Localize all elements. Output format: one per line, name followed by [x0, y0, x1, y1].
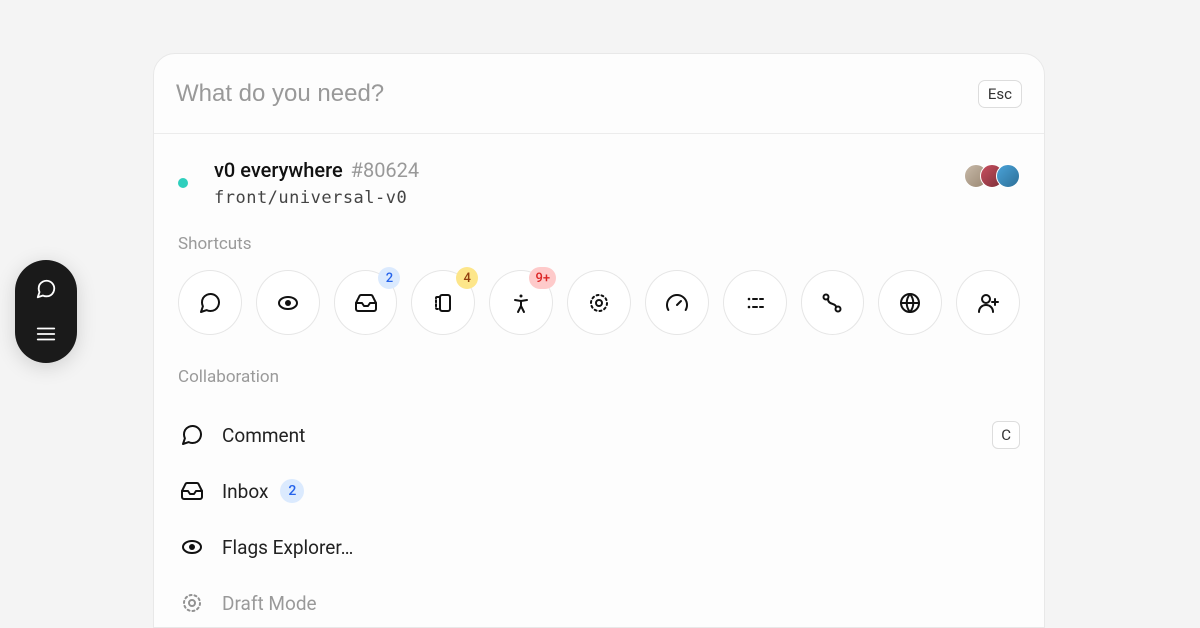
- top-result[interactable]: v0 everywhere #80624 front/universal-v0: [154, 134, 1044, 226]
- result-text: v0 everywhere #80624 front/universal-v0: [214, 158, 1020, 208]
- badge: 9+: [529, 267, 556, 289]
- collab-item-comment[interactable]: Comment C: [164, 407, 1034, 463]
- shortcut-comment[interactable]: [178, 270, 242, 335]
- menu-icon[interactable]: [24, 314, 68, 356]
- shortcut-accessibility[interactable]: 9+: [489, 270, 553, 335]
- shortcut-draft[interactable]: [567, 270, 631, 335]
- grid-icon: [743, 291, 767, 315]
- result-branch: front/universal-v0: [214, 188, 1020, 208]
- comment-icon: [178, 421, 206, 449]
- shortcut-gauge[interactable]: [645, 270, 709, 335]
- globe-icon: [898, 291, 922, 315]
- shortcut-globe[interactable]: [878, 270, 942, 335]
- shortcut-grid[interactable]: [723, 270, 787, 335]
- draft-icon: [587, 291, 611, 315]
- result-id: #80624: [351, 158, 420, 182]
- search-input[interactable]: [176, 80, 978, 108]
- shortcut-layout[interactable]: 4: [411, 270, 475, 335]
- inbox-icon: [178, 477, 206, 505]
- section-label-collaboration: Collaboration: [154, 359, 1044, 403]
- eye-icon: [276, 291, 300, 315]
- shortcut-eye[interactable]: [256, 270, 320, 335]
- count-badge: 2: [280, 479, 304, 503]
- add-user-icon: [976, 291, 1000, 315]
- badge: 2: [378, 267, 400, 289]
- shortcut-add-user[interactable]: [956, 270, 1020, 335]
- search-header: Esc: [154, 54, 1044, 134]
- draft-icon: [178, 589, 206, 617]
- avatar: [996, 164, 1020, 188]
- accessibility-icon: [509, 291, 533, 315]
- status-dot-icon: [178, 178, 188, 188]
- comment-icon: [198, 291, 222, 315]
- avatar-stack[interactable]: [964, 164, 1020, 188]
- esc-button[interactable]: Esc: [978, 80, 1022, 108]
- badge: 4: [456, 267, 478, 289]
- collab-label: Draft Mode: [222, 592, 317, 615]
- eye-icon: [178, 533, 206, 561]
- collab-item-eye[interactable]: Flags Explorer…: [164, 519, 1034, 575]
- shortcut-inbox[interactable]: 2: [334, 270, 398, 335]
- floating-toolbar: [15, 260, 77, 363]
- shortcuts-row: 2 4 9+: [154, 270, 1044, 359]
- layout-icon: [431, 291, 455, 315]
- collab-item-draft[interactable]: Draft Mode: [164, 575, 1034, 628]
- gauge-icon: [665, 291, 689, 315]
- command-palette: Esc v0 everywhere #80624 front/universal…: [153, 53, 1045, 628]
- collab-label: Flags Explorer…: [222, 536, 353, 559]
- branch-icon: [820, 291, 844, 315]
- chat-icon[interactable]: [24, 268, 68, 310]
- inbox-icon: [354, 291, 378, 315]
- collab-item-inbox[interactable]: Inbox 2: [164, 463, 1034, 519]
- collab-label: Comment: [222, 424, 305, 447]
- result-title: v0 everywhere: [214, 158, 343, 182]
- shortcut-branch[interactable]: [801, 270, 865, 335]
- keyboard-shortcut: C: [992, 421, 1020, 449]
- section-label-shortcuts: Shortcuts: [154, 226, 1044, 270]
- collab-label: Inbox: [222, 480, 268, 503]
- collaboration-list: Comment C Inbox 2 Flags Explorer… Draft Mode: [154, 403, 1044, 628]
